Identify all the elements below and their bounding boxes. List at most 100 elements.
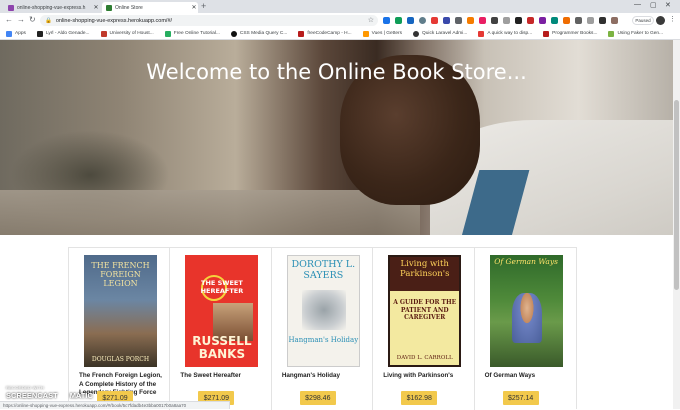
watermark-text-a: SCREENCAST bbox=[6, 391, 58, 400]
book-title[interactable]: The Sweet Hereafter bbox=[180, 372, 266, 381]
extension-icon[interactable] bbox=[395, 17, 402, 24]
extension-icon[interactable] bbox=[503, 17, 510, 24]
bookmark-item[interactable]: freeCodeCamp - H... bbox=[298, 30, 352, 37]
bookmarks-bar: Apps Lyrl - Aldo Genade... University of… bbox=[0, 28, 680, 40]
minimize-icon[interactable]: — bbox=[634, 1, 641, 8]
bookmark-favicon bbox=[164, 30, 171, 37]
close-tab-icon[interactable]: ✕ bbox=[92, 4, 100, 11]
back-icon[interactable]: ← bbox=[5, 15, 13, 24]
reload-icon[interactable]: ↻ bbox=[29, 15, 36, 24]
book-cover[interactable]: THE SWEET HEREAFTER RUSSELL BANKS bbox=[185, 255, 259, 367]
bookmark-favicon bbox=[298, 30, 305, 37]
bookmark-favicon bbox=[608, 30, 615, 37]
cover-subtitle: A GUIDE FOR THE PATIENT AND CAREGIVER bbox=[393, 299, 457, 321]
cover-photo bbox=[511, 293, 542, 343]
extension-icon[interactable] bbox=[419, 17, 426, 24]
avatar[interactable] bbox=[656, 16, 665, 25]
scrollbar-thumb[interactable] bbox=[674, 100, 679, 290]
bookmark-item[interactable]: Apps bbox=[6, 30, 26, 37]
bookmark-item[interactable]: Programmer Books... bbox=[543, 30, 597, 37]
cover-title: THE SWEET HEREAFTER bbox=[200, 279, 244, 295]
page-scrollbar[interactable] bbox=[673, 40, 680, 409]
extension-icon[interactable] bbox=[467, 17, 474, 24]
browser-tab-2[interactable]: Online Store ✕ bbox=[102, 2, 198, 13]
book-cover[interactable]: DOROTHY L. SAYERS Hangman's Holiday bbox=[286, 255, 360, 367]
cover-author: RUSSELL BANKS bbox=[192, 334, 252, 361]
extension-icon[interactable] bbox=[611, 17, 618, 24]
bookmark-item[interactable]: Using Faker to Gen... bbox=[608, 30, 663, 37]
bookmark-item[interactable]: Lyrl - Aldo Genade... bbox=[36, 30, 90, 37]
extension-icon[interactable] bbox=[575, 17, 582, 24]
book-cover[interactable]: THE FRENCH FOREIGN LEGION DOUGLAS PORCH bbox=[84, 255, 157, 367]
forward-icon[interactable]: → bbox=[17, 15, 25, 24]
extension-icon[interactable] bbox=[455, 17, 462, 24]
extension-icon[interactable] bbox=[491, 17, 498, 24]
extension-icon[interactable] bbox=[587, 17, 594, 24]
extension-icon[interactable] bbox=[443, 17, 450, 24]
tab-title: Online Store bbox=[115, 4, 143, 11]
book-card[interactable]: THE SWEET HEREAFTER RUSSELL BANKS The Sw… bbox=[170, 248, 272, 410]
bookmark-favicon bbox=[100, 30, 107, 37]
extension-icon[interactable] bbox=[479, 17, 486, 24]
screencast-watermark: RECORDED WITH SCREENCAST MATIC bbox=[6, 385, 102, 405]
plus-icon[interactable]: + bbox=[201, 1, 206, 11]
browser-tab-1[interactable]: online-shopping-vue-express.h ✕ bbox=[4, 2, 100, 13]
price-button[interactable]: $257.14 bbox=[502, 391, 539, 405]
extension-icon[interactable] bbox=[551, 17, 558, 24]
extension-icon[interactable] bbox=[431, 17, 438, 24]
record-circle-icon bbox=[59, 391, 68, 400]
book-cover[interactable]: Living with Parkinson's A GUIDE FOR THE … bbox=[388, 255, 462, 367]
watermark-text-b: MATIC bbox=[69, 391, 93, 400]
cover-author: DOROTHY L. SAYERS bbox=[291, 259, 356, 281]
tab-favicon bbox=[8, 4, 14, 11]
apps-grid-icon bbox=[6, 30, 12, 37]
bookmark-item[interactable]: CSS Media Query C... bbox=[230, 30, 287, 37]
address-bar[interactable]: 🔒 online-shopping-vue-express.herokuapp.… bbox=[40, 15, 378, 26]
watermark-line1: RECORDED WITH bbox=[6, 385, 45, 390]
price-button[interactable]: $298.46 bbox=[299, 391, 336, 405]
extension-icon[interactable] bbox=[515, 17, 522, 24]
browser-toolbar: ← → ↻ 🔒 online-shopping-vue-express.hero… bbox=[0, 13, 680, 28]
book-title[interactable]: Of German Ways bbox=[485, 372, 571, 381]
close-window-icon[interactable]: ✕ bbox=[665, 1, 671, 9]
book-grid: THE FRENCH FOREIGN LEGION DOUGLAS PORCH … bbox=[68, 247, 577, 410]
bookmark-favicon bbox=[478, 30, 485, 37]
extension-icon[interactable] bbox=[527, 17, 534, 24]
profile-paused-label: Paused bbox=[635, 18, 651, 23]
bookmark-star-icon[interactable]: ☆ bbox=[368, 16, 374, 24]
bookmark-item[interactable]: Quick Laravel Admi... bbox=[413, 30, 467, 37]
hero-banner: Welcome to the Online Book Store... bbox=[0, 40, 673, 235]
book-card[interactable]: Of German Ways Of German Ways $257.14 bbox=[475, 248, 576, 410]
extension-icon[interactable] bbox=[563, 17, 570, 24]
kebab-menu-icon[interactable]: ⋮ bbox=[669, 15, 676, 23]
tab-title: online-shopping-vue-express.h bbox=[17, 4, 86, 11]
bookmark-item[interactable]: Free Online Tutorial... bbox=[164, 30, 220, 37]
close-tab-icon[interactable]: ✕ bbox=[190, 4, 198, 11]
extension-icon[interactable] bbox=[539, 17, 546, 24]
book-title[interactable]: Living with Parkinson's bbox=[383, 372, 469, 381]
lock-icon: 🔒 bbox=[45, 17, 52, 24]
cover-author: DAVID L. CARROLL bbox=[396, 355, 453, 361]
bookmark-item[interactable]: Vues | Getters bbox=[362, 30, 402, 37]
extension-icon[interactable] bbox=[599, 17, 606, 24]
bookmark-item[interactable]: A quick way to disp... bbox=[478, 30, 532, 37]
book-card[interactable]: Living with Parkinson's A GUIDE FOR THE … bbox=[373, 248, 475, 410]
bookmark-favicon bbox=[413, 30, 420, 37]
maximize-icon[interactable]: ▢ bbox=[650, 1, 657, 9]
extension-icon[interactable] bbox=[383, 17, 390, 24]
profile-paused-button[interactable]: Paused bbox=[632, 16, 654, 25]
extension-icon[interactable] bbox=[407, 17, 414, 24]
book-card[interactable]: DOROTHY L. SAYERS Hangman's Holiday Hang… bbox=[272, 248, 374, 410]
tab-favicon bbox=[106, 4, 112, 11]
price-button[interactable]: $162.98 bbox=[401, 391, 438, 405]
bookmark-favicon bbox=[543, 30, 550, 37]
watermark-logo: SCREENCAST MATIC bbox=[6, 391, 93, 400]
bookmark-item[interactable]: University of Houst... bbox=[100, 30, 154, 37]
hero-table-surface bbox=[0, 190, 420, 235]
bookmark-favicon bbox=[362, 30, 369, 37]
browser-tab-bar: online-shopping-vue-express.h ✕ Online S… bbox=[0, 0, 680, 13]
book-title[interactable]: Hangman's Holiday bbox=[282, 372, 368, 381]
cover-title: Hangman's Holiday bbox=[288, 336, 359, 344]
book-cover[interactable]: Of German Ways bbox=[489, 255, 563, 367]
cover-illustration bbox=[301, 290, 346, 330]
